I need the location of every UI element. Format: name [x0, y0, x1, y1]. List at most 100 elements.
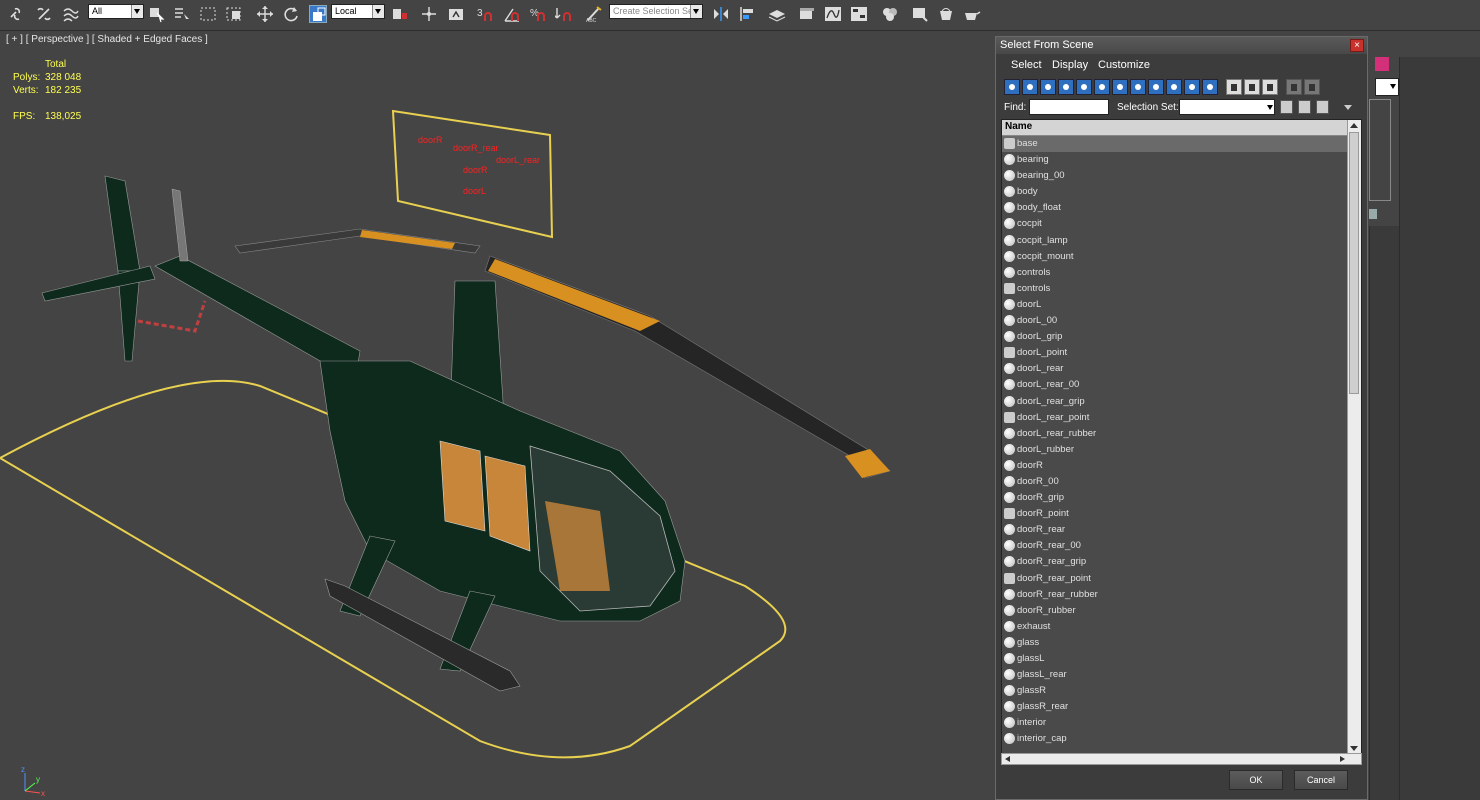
layer-icon[interactable] [768, 5, 786, 23]
list-item[interactable]: cocpit_lamp [1002, 233, 1348, 249]
list-item[interactable]: cocpit [1002, 216, 1348, 232]
options-chevron-down-icon[interactable] [1344, 105, 1352, 110]
ok-button[interactable]: OK [1229, 770, 1283, 790]
display-spacewarps-icon[interactable] [1094, 79, 1110, 95]
command-panel-dropdown[interactable] [1375, 78, 1399, 96]
list-item[interactable]: doorR_rear_rubber [1002, 587, 1348, 603]
list-item[interactable]: doorR_rear_point [1002, 571, 1348, 587]
pivot-icon[interactable] [391, 5, 409, 23]
vertical-scrollbar[interactable] [1347, 120, 1361, 754]
list-item[interactable]: doorR_rear_grip [1002, 554, 1348, 570]
scroll-right-icon[interactable] [1340, 756, 1345, 762]
list-item[interactable]: bearing_00 [1002, 168, 1348, 184]
close-button[interactable]: × [1350, 39, 1364, 52]
reference-coordinate-dropdown[interactable]: Local [331, 4, 385, 19]
render-setup-icon[interactable] [911, 5, 929, 23]
snap-3d-icon[interactable]: 3 [476, 5, 494, 23]
mirror-icon[interactable] [712, 5, 730, 23]
scrollbar-thumb[interactable] [1349, 132, 1359, 394]
list-item[interactable]: body [1002, 184, 1348, 200]
list-item[interactable]: controls [1002, 281, 1348, 297]
material-editor-icon[interactable] [881, 5, 899, 23]
display-containers-icon[interactable] [1166, 79, 1182, 95]
display-none-icon[interactable] [1244, 79, 1260, 95]
display-groups-icon[interactable] [1112, 79, 1128, 95]
horizontal-scrollbar[interactable] [1001, 753, 1362, 765]
name-column-header[interactable]: Name [1002, 120, 1348, 136]
scroll-up-icon[interactable] [1350, 123, 1358, 128]
list-item[interactable]: doorR_grip [1002, 490, 1348, 506]
display-lights-icon[interactable] [1040, 79, 1056, 95]
scroll-down-icon[interactable] [1350, 746, 1358, 751]
scroll-left-icon[interactable] [1005, 756, 1010, 762]
move-icon[interactable] [256, 5, 274, 23]
menu-display[interactable]: Display [1052, 59, 1088, 71]
list-item[interactable]: doorL_rear_rubber [1002, 426, 1348, 442]
named-selection-set-dropdown[interactable]: Create Selection Se [609, 4, 703, 19]
display-invert-icon[interactable] [1262, 79, 1278, 95]
select-all-icon[interactable] [1280, 100, 1293, 114]
window-crossing-icon[interactable] [225, 5, 243, 23]
select-manipulate-icon[interactable] [420, 5, 438, 23]
link-icon[interactable] [8, 5, 26, 23]
percent-snap-icon[interactable]: % [529, 5, 547, 23]
list-item[interactable]: doorR_00 [1002, 474, 1348, 490]
list-item[interactable]: doorR_point [1002, 506, 1348, 522]
list-item[interactable]: glassL_rear [1002, 667, 1348, 683]
graphite-icon[interactable] [798, 5, 816, 23]
display-xrefs-icon[interactable] [1130, 79, 1146, 95]
render-icon[interactable] [963, 5, 981, 23]
rendered-frame-icon[interactable] [937, 5, 955, 23]
list-item[interactable]: doorL_rear [1002, 361, 1348, 377]
list-item[interactable]: doorL [1002, 297, 1348, 313]
unlink-icon[interactable] [35, 5, 53, 23]
curve-editor-icon[interactable] [824, 5, 842, 23]
display-helpers-icon[interactable] [1076, 79, 1092, 95]
rect-region-icon[interactable] [199, 5, 217, 23]
list-item[interactable]: doorL_rubber [1002, 442, 1348, 458]
select-none-icon[interactable] [1298, 100, 1311, 114]
display-geometry-icon[interactable] [1004, 79, 1020, 95]
list-item[interactable]: glassR [1002, 683, 1348, 699]
scale-icon[interactable] [309, 5, 327, 23]
schematic-icon[interactable] [850, 5, 868, 23]
select-object-icon[interactable] [148, 5, 166, 23]
angle-snap-icon[interactable] [503, 5, 521, 23]
list-item[interactable]: glassR_rear [1002, 699, 1348, 715]
list-item[interactable]: doorL_00 [1002, 313, 1348, 329]
display-cameras-icon[interactable] [1058, 79, 1074, 95]
keyboard-shortcut-icon[interactable] [447, 5, 465, 23]
dialog-title-bar[interactable]: Select From Scene × [996, 37, 1367, 54]
display-hidden-icon[interactable] [1202, 79, 1218, 95]
list-item[interactable]: body_float [1002, 200, 1348, 216]
object-color-swatch[interactable] [1375, 57, 1389, 71]
display-bones-icon[interactable] [1148, 79, 1164, 95]
bind-spacewarp-icon[interactable] [62, 5, 80, 23]
display-frozen-icon[interactable] [1184, 79, 1200, 95]
menu-select[interactable]: Select [1011, 59, 1042, 71]
panel-small-icon[interactable] [1369, 209, 1377, 219]
menu-customize[interactable]: Customize [1098, 59, 1150, 71]
filter-icon[interactable] [1286, 79, 1302, 95]
list-item[interactable]: glassL [1002, 651, 1348, 667]
filter-options-icon[interactable] [1304, 79, 1320, 95]
list-item[interactable]: doorR_rear [1002, 522, 1348, 538]
edit-named-sets-icon[interactable]: ABC [585, 5, 603, 23]
perspective-viewport[interactable]: [ + ] [ Perspective ] [ Shaded + Edged F… [0, 31, 993, 800]
align-icon[interactable] [738, 5, 756, 23]
list-item[interactable]: interior [1002, 715, 1348, 731]
selection-set-dropdown[interactable] [1179, 99, 1275, 115]
list-item[interactable]: controls [1002, 265, 1348, 281]
display-shapes-icon[interactable] [1022, 79, 1038, 95]
list-item[interactable]: doorL_rear_grip [1002, 394, 1348, 410]
list-item[interactable]: cocpit_mount [1002, 249, 1348, 265]
list-item[interactable]: doorR [1002, 458, 1348, 474]
list-item[interactable]: doorL_rear_point [1002, 410, 1348, 426]
list-item[interactable]: doorL_grip [1002, 329, 1348, 345]
spinner-snap-icon[interactable] [555, 5, 573, 23]
select-invert-icon[interactable] [1316, 100, 1329, 114]
list-item[interactable]: glass [1002, 635, 1348, 651]
select-by-name-icon[interactable] [173, 5, 191, 23]
display-all-icon[interactable] [1226, 79, 1242, 95]
list-item[interactable]: doorR_rear_00 [1002, 538, 1348, 554]
